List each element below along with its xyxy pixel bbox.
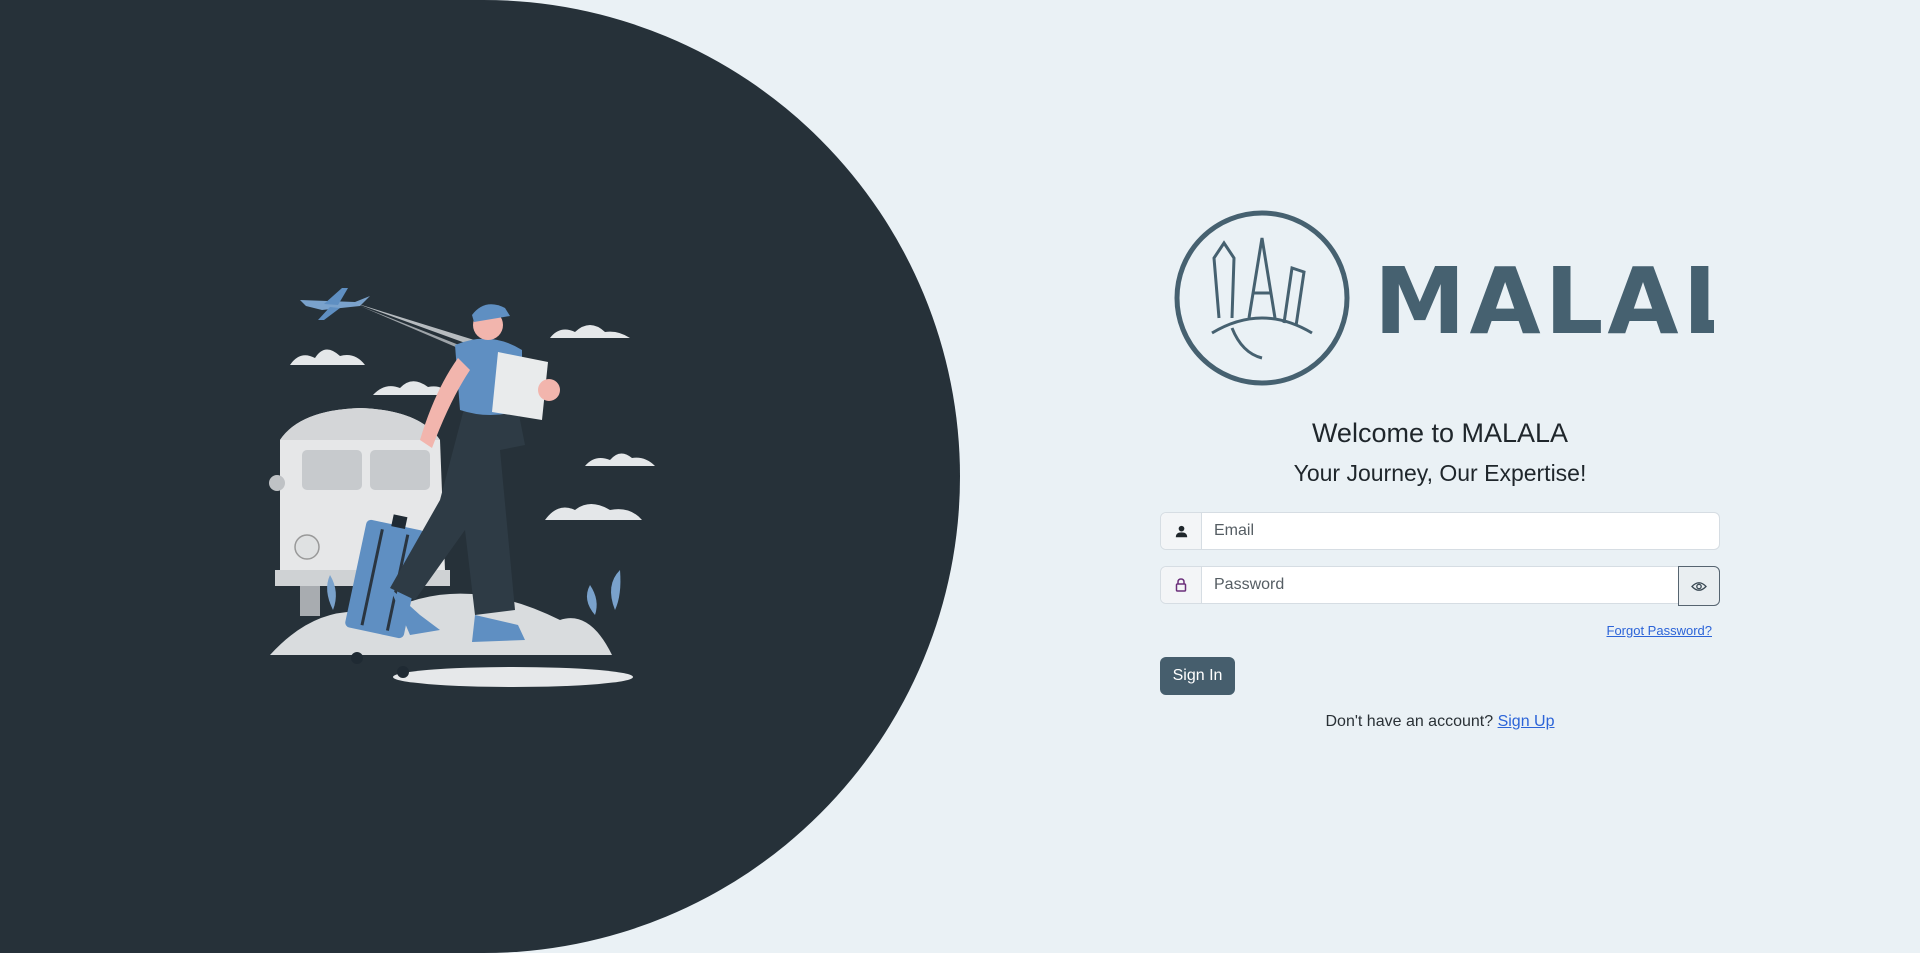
password-field[interactable] xyxy=(1202,567,1678,603)
signup-prompt: Don't have an account? xyxy=(1325,713,1494,730)
tagline: Your Journey, Our Expertise! xyxy=(1293,460,1587,486)
welcome-title: Welcome to MALALA xyxy=(1311,418,1569,448)
lock-icon xyxy=(1161,567,1202,603)
password-input-group xyxy=(1160,566,1720,606)
toggle-password-button[interactable] xyxy=(1678,566,1720,606)
eye-icon xyxy=(1691,581,1707,591)
email-field[interactable] xyxy=(1202,513,1719,549)
signup-row: Don't have an account? Sign Up xyxy=(1160,713,1720,731)
email-input-group xyxy=(1160,512,1720,550)
login-form-area: MALALA Welcome to MALALA Your Journey, O… xyxy=(1160,0,1720,953)
traveler-illustration xyxy=(269,288,655,687)
forgot-password-link[interactable]: Forgot Password? xyxy=(1607,623,1713,638)
brand-wordmark: MALALA xyxy=(1374,248,1714,355)
user-icon xyxy=(1161,513,1202,549)
login-page: MALALA Welcome to MALALA Your Journey, O… xyxy=(0,0,1920,953)
malala-logo: MALALA xyxy=(1174,210,1714,386)
sign-in-button[interactable]: Sign In xyxy=(1160,657,1235,695)
hero-panel xyxy=(0,0,960,953)
sign-up-link[interactable]: Sign Up xyxy=(1498,713,1555,730)
